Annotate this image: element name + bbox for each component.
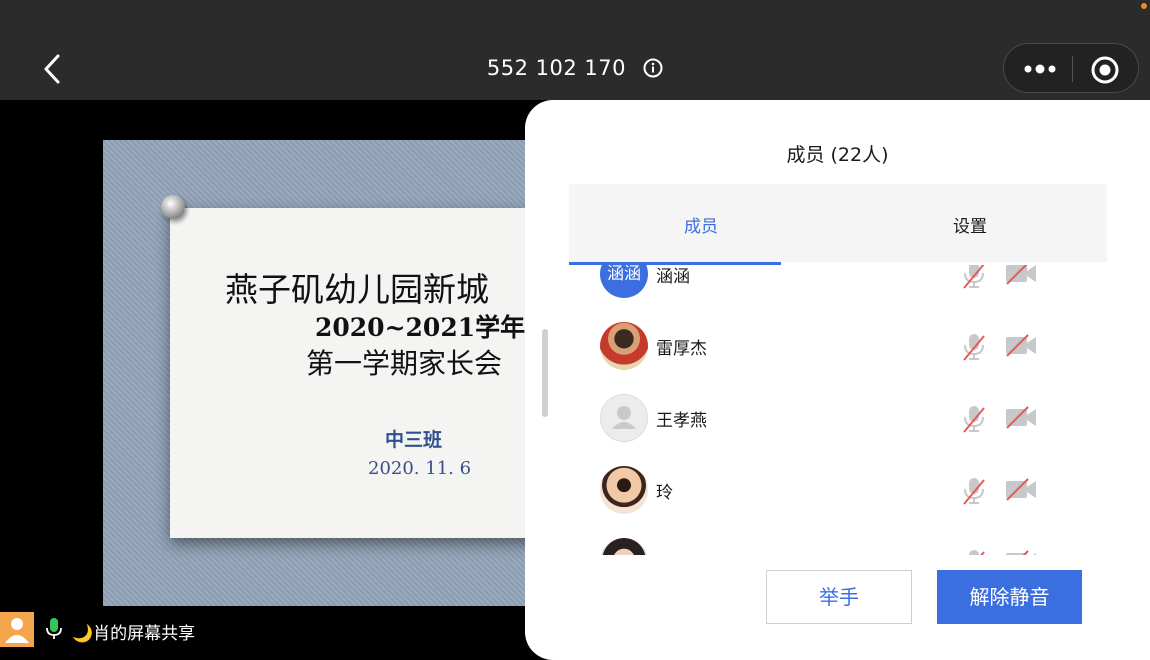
meeting-id-header: 552 102 170	[0, 56, 1150, 83]
user-icon	[5, 618, 29, 643]
avatar: 涵涵	[600, 265, 648, 298]
avatar	[600, 322, 648, 370]
more-button[interactable]	[1022, 56, 1058, 82]
camera-off-icon[interactable]	[1004, 404, 1038, 434]
top-bar: 552 102 170	[0, 0, 1150, 100]
member-row[interactable]	[569, 538, 1107, 555]
microphone-off-icon[interactable]	[961, 265, 987, 294]
tab-members[interactable]: 成员	[684, 212, 718, 237]
pushpin-icon	[161, 195, 185, 219]
slide-date: 2020. 11. 6	[368, 458, 472, 479]
slide-subtitle: 第一学期家长会	[306, 347, 503, 380]
capsule-divider	[1072, 56, 1073, 82]
info-icon[interactable]	[643, 58, 663, 83]
avatar	[600, 466, 648, 514]
member-row[interactable]: 王孝燕	[569, 394, 1107, 466]
avatar	[600, 538, 648, 555]
member-name: 涵涵	[656, 267, 690, 287]
microphone-off-icon[interactable]	[961, 404, 987, 438]
microphone-off-icon[interactable]	[961, 548, 987, 555]
member-row[interactable]: 雷厚杰	[569, 322, 1107, 394]
slide-title: 燕子矶幼儿园新城	[225, 270, 489, 309]
capsule-menu	[1003, 43, 1139, 93]
camera-off-icon[interactable]	[1004, 476, 1038, 506]
record-button[interactable]	[1090, 55, 1120, 85]
camera-off-icon[interactable]	[1004, 332, 1038, 362]
panel-tabs: 成员 设置	[569, 184, 1107, 262]
member-name: 王孝燕	[656, 411, 707, 431]
slide-paper: 燕子矶幼儿园新城 2020~2021学年 第一学期家长会 中三班 2020. 1…	[170, 208, 550, 538]
screen-share-bar: 🌙肖的屏幕共享	[0, 612, 560, 647]
tab-settings[interactable]: 设置	[953, 212, 987, 237]
default-user-icon	[612, 406, 636, 429]
slide-class-name: 中三班	[385, 429, 443, 451]
avatar	[600, 394, 648, 442]
microphone-off-icon[interactable]	[961, 476, 987, 510]
status-dot	[1141, 3, 1147, 9]
record-icon	[1091, 56, 1119, 84]
shared-screen-slide: 燕子矶幼儿园新城 2020~2021学年 第一学期家长会 中三班 2020. 1…	[103, 140, 550, 606]
raise-hand-button[interactable]: 举手	[766, 570, 912, 624]
unmute-button[interactable]: 解除静音	[937, 570, 1082, 624]
camera-off-icon[interactable]	[1004, 548, 1038, 555]
meeting-id: 552 102 170	[486, 56, 626, 80]
panel-title: 成员 (22人)	[786, 144, 889, 166]
member-name: 雷厚杰	[656, 339, 707, 359]
member-row[interactable]: 玲	[569, 466, 1107, 538]
member-name: 玲	[656, 483, 673, 503]
more-dots-icon	[1024, 64, 1056, 74]
member-list: 涵涵 涵涵 雷厚杰 王孝燕 玲	[569, 265, 1107, 555]
screen-share-label: 🌙肖的屏幕共享	[72, 624, 196, 644]
members-panel: 成员 (22人) 成员 设置 涵涵 涵涵 雷厚杰 王孝燕 玲 举手 解除静音	[525, 100, 1150, 660]
microphone-off-icon[interactable]	[961, 332, 987, 366]
member-row[interactable]: 涵涵 涵涵	[569, 265, 1107, 322]
scrollbar[interactable]	[542, 329, 548, 417]
slide-school-year: 2020~2021学年	[315, 313, 526, 342]
sharer-avatar	[0, 612, 34, 647]
microphone-on-icon	[45, 617, 63, 645]
camera-off-icon[interactable]	[1004, 265, 1038, 290]
